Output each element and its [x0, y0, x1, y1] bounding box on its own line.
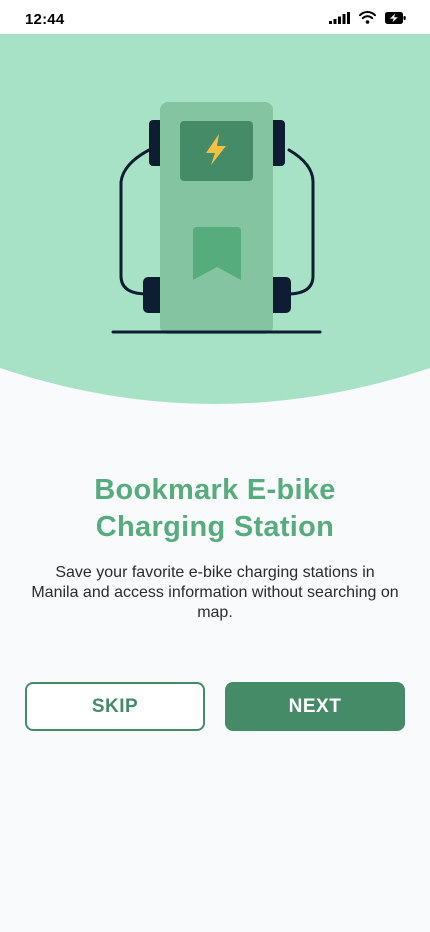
cellular-signal-icon [329, 11, 350, 24]
status-time: 12:44 [25, 11, 65, 28]
status-icons [329, 11, 406, 24]
next-button[interactable]: NEXT [225, 682, 405, 731]
wifi-icon [359, 11, 376, 24]
next-button-label: NEXT [288, 695, 342, 717]
skip-button-label: SKIP [91, 695, 139, 717]
charging-station-illustration [111, 102, 322, 334]
skip-button[interactable]: SKIP [25, 682, 205, 731]
onboarding-title: Bookmark E-bike Charging Station [0, 472, 430, 546]
battery-charging-icon [385, 11, 406, 24]
onboarding-description: Save your favorite e-bike charging stati… [31, 564, 399, 621]
status-bar: 12:44 [0, 0, 430, 34]
title-line-1: Bookmark E-bike [94, 474, 336, 506]
onboarding-screen: 12:44 Bookmark E-bike Charging Station S… [0, 0, 430, 932]
title-line-2: Charging Station [95, 511, 335, 543]
